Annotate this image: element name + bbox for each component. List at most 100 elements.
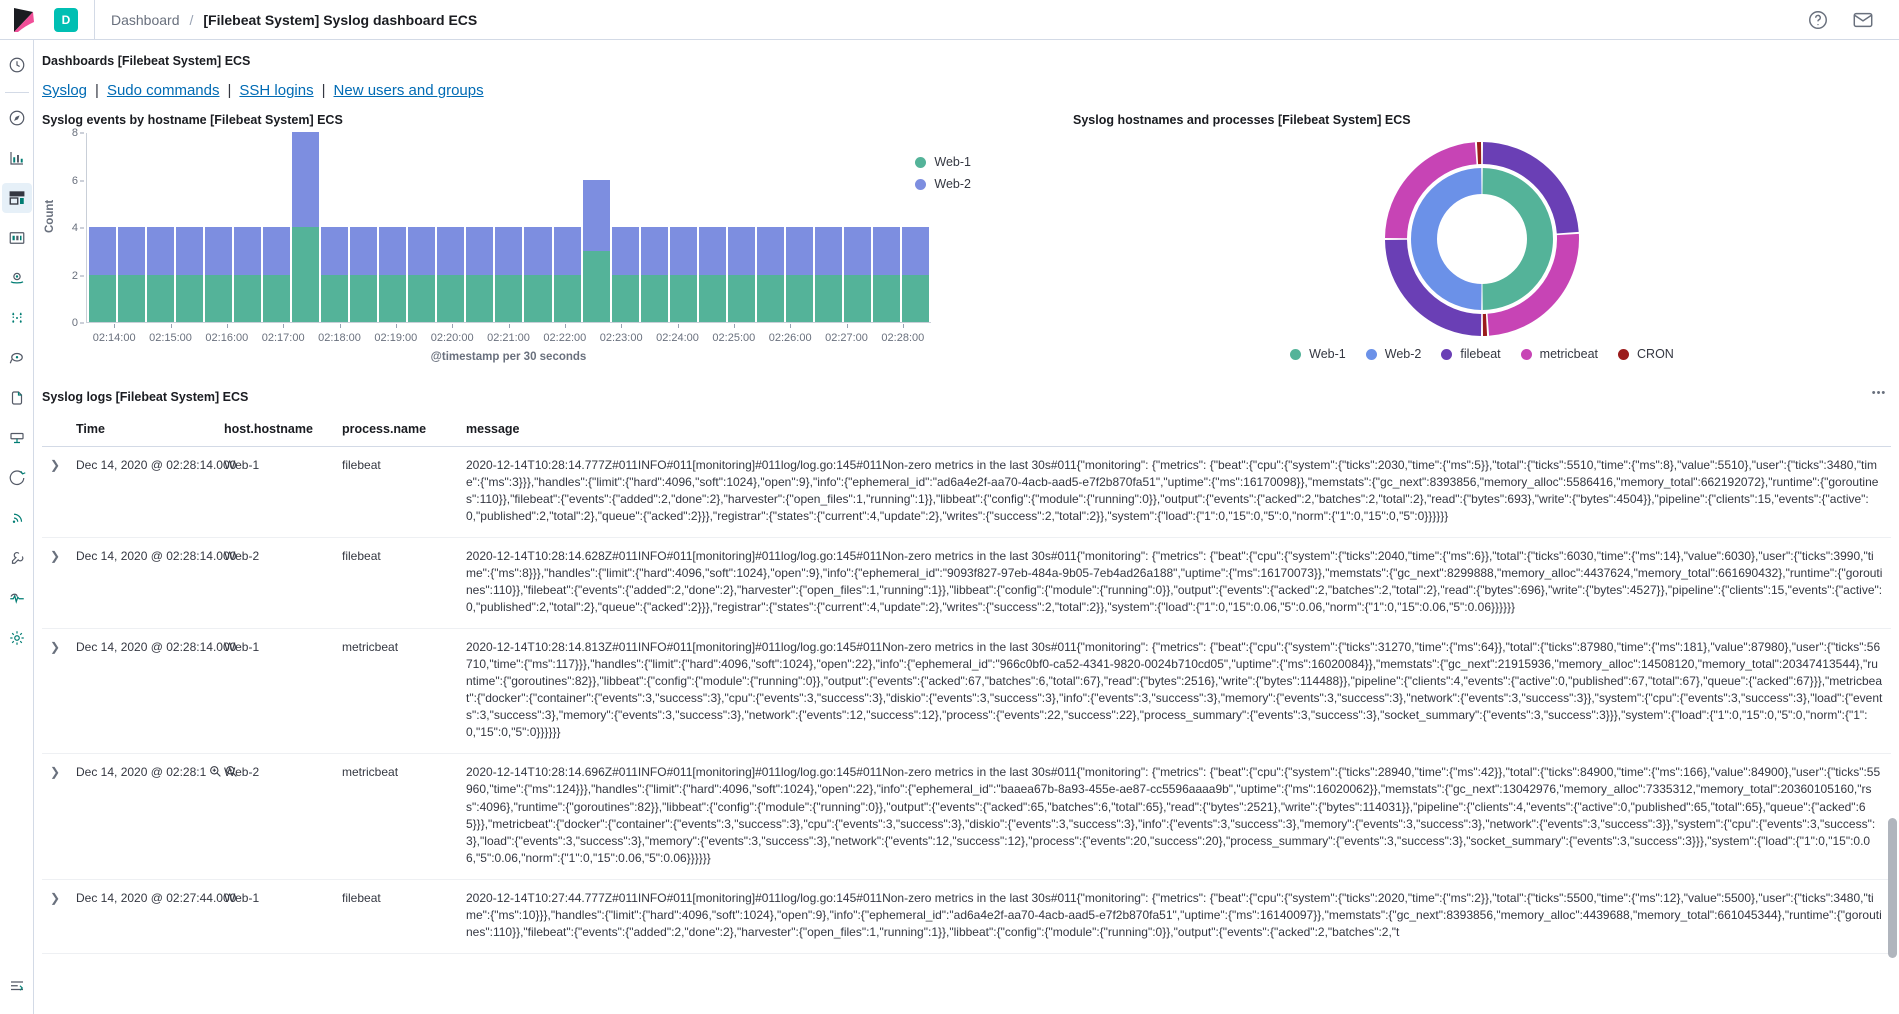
bar-segment-web-1[interactable] [669,274,697,322]
bar-stack[interactable] [901,227,929,322]
bar-stack[interactable] [524,227,552,322]
bar-segment-web-1[interactable] [263,274,291,322]
legend-item-web-1[interactable]: Web-1 [1290,347,1346,361]
bar-segment-web-2[interactable] [89,227,117,275]
bar-segment-web-1[interactable] [843,274,871,322]
donut-slice-web-2[interactable] [1411,168,1483,310]
bar-segment-web-1[interactable] [350,274,378,322]
bar-stack[interactable] [350,227,378,322]
bar-segment-web-2[interactable] [205,227,233,275]
bar-segment-web-1[interactable] [785,274,813,322]
bar-stack[interactable] [118,227,146,322]
sidebar-item-machine-learning[interactable] [2,303,32,333]
bar-stack[interactable] [234,227,262,322]
bar-segment-web-1[interactable] [524,274,552,322]
expand-row-caret-icon[interactable]: ❯ [50,640,60,654]
bar-segment-web-1[interactable] [147,274,175,322]
bar-segment-web-1[interactable] [234,274,262,322]
bar-stack[interactable] [321,227,349,322]
nav-link-new-users-and-groups[interactable]: New users and groups [334,82,484,99]
table-row[interactable]: ❯ Dec 14, 2020 @ 02:28:1 Web-2 metricbeat 20… [42,753,1891,880]
bar-stack[interactable] [843,227,871,322]
bar-segment-web-2[interactable] [582,179,610,251]
sidebar-item-logs[interactable] [2,383,32,413]
bar-segment-web-2[interactable] [495,227,523,275]
bar-segment-web-2[interactable] [872,227,900,275]
nav-link-syslog[interactable]: Syslog [42,82,87,99]
bar-segment-web-1[interactable] [89,274,117,322]
sidebar-item-infrastructure[interactable] [2,343,32,373]
bar-segment-web-2[interactable] [611,227,639,275]
bar-segment-web-1[interactable] [437,274,465,322]
sidebar-item-siem[interactable] [2,503,32,533]
donut-slice-web-1[interactable] [1481,168,1553,310]
sidebar-item-visualize[interactable] [2,143,32,173]
bar-segment-web-1[interactable] [292,227,320,322]
legend-item-web-2[interactable]: Web-2 [1365,347,1421,361]
help-circle-icon[interactable] [1807,9,1829,31]
breadcrumb-dashboard[interactable]: Dashboard [111,12,180,28]
kibana-logo-icon[interactable] [0,7,48,32]
bar-segment-web-2[interactable] [350,227,378,275]
bar-segment-web-1[interactable] [611,274,639,322]
legend-item-cron[interactable]: CRON [1618,347,1674,361]
bar-stack[interactable] [495,227,523,322]
bar-segment-web-2[interactable] [901,227,929,275]
logs-table-scrollbar[interactable] [1888,818,1897,958]
sidebar-item-recently-viewed[interactable] [2,50,32,80]
sidebar-item-discover[interactable] [2,103,32,133]
expand-row-caret-icon[interactable]: ❯ [50,549,60,563]
bar-segment-web-2[interactable] [147,227,175,275]
bar-stack[interactable] [408,227,436,322]
column-header-time[interactable]: Time [68,422,216,447]
bar-segment-web-1[interactable] [176,274,204,322]
expand-row-caret-icon[interactable]: ❯ [50,765,60,779]
bar-segment-web-2[interactable] [524,227,552,275]
sidebar-item-uptime[interactable] [2,463,32,493]
bar-segment-web-1[interactable] [582,250,610,322]
sidebar-item-dashboard[interactable] [1,183,32,213]
bar-segment-web-1[interactable] [205,274,233,322]
bar-stack[interactable] [292,132,320,322]
bar-segment-web-1[interactable] [321,274,349,322]
table-row[interactable]: ❯ Dec 14, 2020 @ 02:28:14.000 Web-1 metricb… [42,628,1891,755]
bar-stack[interactable] [814,227,842,322]
bar-segment-web-1[interactable] [408,274,436,322]
donut-rings[interactable] [1382,139,1582,339]
bar-segment-web-1[interactable] [727,274,755,322]
bar-segment-web-1[interactable] [756,274,784,322]
bar-segment-web-1[interactable] [466,274,494,322]
expand-row-caret-icon[interactable]: ❯ [50,891,60,905]
sidebar-item-management[interactable] [2,623,32,653]
bar-segment-web-1[interactable] [698,274,726,322]
bar-stack[interactable] [176,227,204,322]
bar-segment-web-2[interactable] [843,227,871,275]
sidebar-item-maps[interactable] [2,263,32,293]
bar-stack[interactable] [611,227,639,322]
bar-stack[interactable] [640,227,668,322]
bar-stack[interactable] [582,179,610,322]
bar-stack[interactable] [263,227,291,322]
bar-stack[interactable] [379,227,407,322]
sidebar-item-canvas[interactable] [2,223,32,253]
bar-segment-web-2[interactable] [176,227,204,275]
bar-stack[interactable] [872,227,900,322]
bar-stack[interactable] [147,227,175,322]
bar-segment-web-2[interactable] [408,227,436,275]
bar-stack[interactable] [553,227,581,322]
bar-stack[interactable] [727,227,755,322]
legend-item-web-2[interactable]: Web-2 [915,177,971,191]
bar-segment-web-2[interactable] [785,227,813,275]
bar-segment-web-1[interactable] [814,274,842,322]
bar-segment-web-2[interactable] [553,227,581,275]
bar-segment-web-1[interactable] [495,274,523,322]
panel-options-icon[interactable]: ••• [1869,386,1889,400]
bar-stack[interactable] [205,227,233,322]
bar-segment-web-2[interactable] [698,227,726,275]
bar-segment-web-1[interactable] [872,274,900,322]
bar-segment-web-2[interactable] [263,227,291,275]
sidebar-item-apm[interactable] [2,423,32,453]
bar-segment-web-2[interactable] [292,132,320,227]
donut-chart[interactable]: Web-1 Web-2 filebeat metricbeat CRON [1073,133,1891,378]
legend-item-web-1[interactable]: Web-1 [915,155,971,169]
